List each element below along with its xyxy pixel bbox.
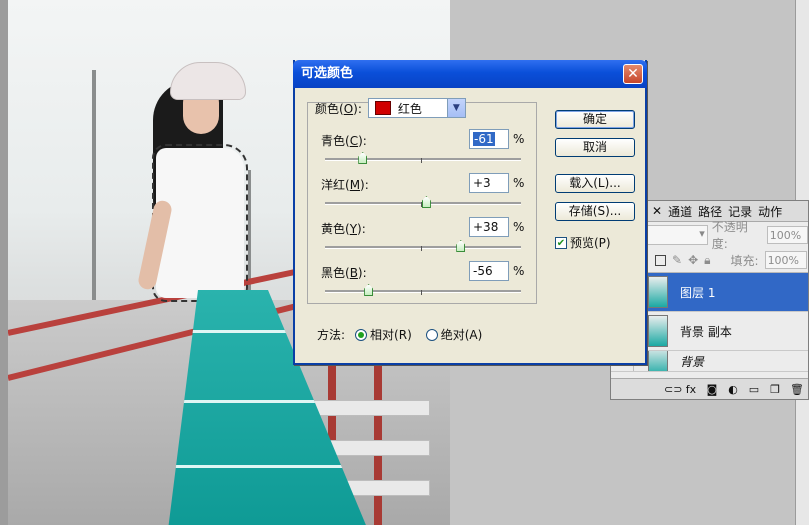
- slider-thumb[interactable]: [421, 196, 431, 208]
- link-icon[interactable]: ⊂⊃: [664, 383, 682, 396]
- chevron-down-icon[interactable]: ▼: [446, 99, 465, 117]
- colors-label: 颜色(O):: [315, 101, 362, 116]
- slider-thumb[interactable]: [456, 240, 466, 252]
- percent-label: %: [513, 220, 525, 234]
- relative-label: 相对(R): [370, 328, 412, 342]
- slider-block: 黄色(Y): +38%: [321, 217, 531, 264]
- layers-footer: ⊂⊃ fx ◙ ◐ ▭ ❐ 🗑︎: [611, 378, 808, 399]
- rail-sleeper: [308, 400, 430, 416]
- trash-icon[interactable]: 🗑︎: [790, 383, 804, 396]
- percent-label: %: [513, 176, 525, 190]
- woman-hat: [170, 62, 246, 100]
- slider-track[interactable]: [325, 290, 521, 293]
- color-swatch: [374, 101, 391, 115]
- percent-label: %: [513, 132, 525, 146]
- slider-center-tick: [421, 202, 422, 207]
- layer-thumbnail: [648, 315, 668, 347]
- close-icon[interactable]: ✕: [649, 204, 665, 218]
- slider-center-tick: [421, 158, 422, 163]
- tab-paths[interactable]: 路径: [695, 203, 725, 220]
- lock-move-icon[interactable]: ✥: [688, 253, 698, 267]
- lock-paint-icon[interactable]: ✎: [672, 253, 682, 267]
- preview-checkbox[interactable]: ✔: [555, 236, 567, 249]
- preview-option[interactable]: ✔ 预览(P): [555, 234, 611, 251]
- opacity-field[interactable]: 100%: [766, 226, 808, 244]
- slider-center-tick: [421, 290, 422, 295]
- fill-label: 填充:: [730, 253, 759, 268]
- mask-icon[interactable]: ◙: [706, 383, 718, 396]
- cancel-button[interactable]: 取消: [555, 138, 635, 157]
- layer-name: 图层 1: [680, 285, 716, 300]
- power-pole: [92, 70, 96, 300]
- slider-thumb[interactable]: [364, 284, 374, 296]
- close-button[interactable]: ✕: [623, 64, 643, 84]
- slider-value-input[interactable]: +3: [469, 173, 509, 193]
- colors-select[interactable]: 红色 ▼: [367, 98, 466, 118]
- slider-track[interactable]: [325, 246, 521, 249]
- slider-label: 黑色(B):: [321, 266, 367, 280]
- slider-value-input[interactable]: +38: [469, 217, 509, 237]
- preview-label: 预览(P): [570, 236, 611, 250]
- absolute-radio[interactable]: [425, 328, 438, 341]
- power-pole: [248, 170, 251, 290]
- method-label: 方法:: [317, 328, 346, 342]
- dialog-titlebar[interactable]: 可选颜色 ✕: [293, 60, 647, 88]
- slider-label: 黄色(Y):: [321, 222, 366, 236]
- layer-thumbnail: [648, 276, 668, 308]
- slider-block: 黑色(B): -56%: [321, 261, 531, 308]
- tab-history[interactable]: 记录: [725, 203, 755, 220]
- tab-actions[interactable]: 动作: [755, 203, 785, 220]
- slider-thumb[interactable]: [358, 152, 368, 164]
- layer-name: 背景: [680, 354, 705, 369]
- slider-center-tick: [421, 246, 422, 251]
- new-layer-icon[interactable]: ❐: [769, 383, 781, 396]
- selective-color-dialog: 可选颜色 ✕ 颜色(O): 红色 ▼ 青色(C): -61% 洋红(M): +3% 黄色…: [293, 60, 647, 365]
- fill-field[interactable]: 100%: [764, 251, 807, 269]
- layer-name: 背景 副本: [680, 324, 732, 339]
- tab-channels[interactable]: 通道: [665, 203, 695, 220]
- load-button[interactable]: 载入(L)...: [555, 174, 635, 193]
- slider-label: 洋红(M):: [321, 178, 369, 192]
- method-row: 方法: 相对(R) 绝对(A): [317, 326, 482, 343]
- percent-label: %: [513, 264, 525, 278]
- relative-radio[interactable]: [355, 328, 368, 341]
- colors-row: 颜色(O): 红色 ▼: [315, 98, 466, 118]
- slider-track[interactable]: [325, 158, 521, 161]
- fx-icon[interactable]: fx: [685, 383, 697, 396]
- opacity-label: 不透明度:: [711, 220, 748, 251]
- colors-select-value: 红色: [397, 101, 422, 116]
- slider-label: 青色(C):: [321, 134, 367, 148]
- save-button[interactable]: 存储(S)...: [555, 202, 635, 221]
- slider-block: 青色(C): -61%: [321, 129, 531, 176]
- lock-all-icon[interactable]: 🔒︎: [704, 253, 710, 268]
- absolute-label: 绝对(A): [440, 328, 483, 342]
- selection-marquee: [152, 144, 248, 302]
- blend-mode-select[interactable]: [647, 225, 708, 245]
- slider-block: 洋红(M): +3%: [321, 173, 531, 220]
- layer-thumbnail: [648, 351, 668, 371]
- lock-transparent-icon[interactable]: [655, 254, 666, 266]
- slider-value-input[interactable]: -56: [469, 261, 509, 281]
- ok-button[interactable]: 确定: [555, 110, 635, 129]
- folder-icon[interactable]: ▭: [748, 383, 760, 396]
- slider-value-input[interactable]: -61: [469, 129, 509, 149]
- adjustment-icon[interactable]: ◐: [727, 383, 739, 396]
- dialog-title: 可选颜色: [301, 66, 354, 81]
